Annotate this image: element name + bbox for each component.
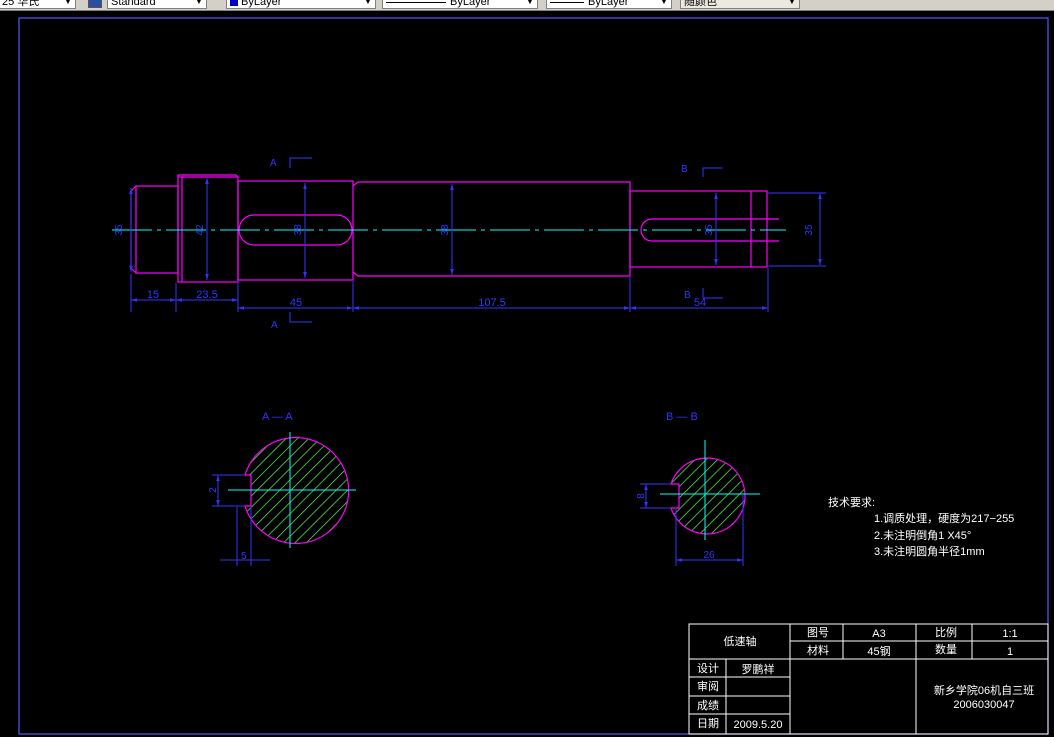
textstyle-select[interactable]: Standard ▼	[107, 0, 207, 9]
section-a-label: A	[271, 320, 278, 331]
chevron-down-icon: ▼	[526, 0, 534, 6]
school: 新乡学院06机自三班	[934, 683, 1034, 697]
section-aa-width: 5	[241, 551, 247, 562]
review-label: 审阅	[697, 679, 719, 693]
linetype-select[interactable]: ByLayer ▼	[382, 0, 538, 9]
length-dimensions	[130, 268, 769, 312]
linetype-preview-icon	[386, 1, 446, 3]
section-aa-view: A — A 2 5	[208, 411, 356, 566]
section-aa-depth: 2	[208, 487, 219, 493]
tech-item: 2.未注明倒角1 X45°	[874, 528, 971, 542]
diameter-dimensions	[129, 178, 826, 280]
tech-item: 3.未注明圆角半径1mm	[874, 544, 985, 558]
part-name: 低速轴	[724, 634, 757, 648]
material: 45钢	[867, 645, 890, 658]
date-label: 日期	[697, 717, 719, 730]
dia-label: 35	[114, 224, 125, 236]
quantity: 1	[1007, 646, 1013, 658]
lineweight-value: ByLayer	[588, 0, 629, 8]
color-swatch-icon	[230, 0, 238, 7]
layer-select[interactable]: ByLayer ▼	[226, 0, 376, 9]
len-label: 15	[147, 289, 159, 301]
material-label: 材料	[807, 643, 829, 657]
dimstyle-select[interactable]: 25 华氏 ▼	[0, 0, 76, 9]
layer-value: ByLayer	[241, 0, 282, 8]
drawing-no: A3	[872, 628, 885, 640]
section-a-label: A	[270, 158, 277, 169]
shaft-front-view	[130, 174, 779, 283]
date: 2009.5.20	[734, 719, 783, 731]
section-b-label: B	[684, 290, 691, 301]
dia-label: 35	[804, 224, 815, 236]
drawing-border	[18, 17, 1049, 735]
chevron-down-icon: ▼	[195, 0, 203, 6]
tech-heading: 技术要求:	[828, 496, 875, 509]
section-bb-title: B — B	[666, 411, 698, 423]
section-bb-width: 26	[703, 550, 715, 561]
designer: 罗鹏祥	[742, 662, 775, 676]
drawing-no-label: 图号	[807, 626, 829, 639]
design-label: 设计	[697, 662, 719, 675]
grade-label: 成绩	[697, 699, 719, 712]
dia-label: 42	[195, 224, 206, 236]
len-label: 23.5	[196, 289, 217, 301]
linetype-value: ByLayer	[450, 0, 491, 8]
drawing-canvas[interactable]: 35 42 38 38 35 35 15 23.5 45 107.5 54 A …	[0, 10, 1054, 737]
section-bb-view: B — B 8 26	[636, 411, 760, 566]
dia-label: 38	[293, 224, 304, 236]
chevron-down-icon: ▼	[788, 0, 796, 6]
lineweight-select[interactable]: ByLayer ▼	[546, 0, 672, 9]
quantity-label: 数量	[935, 643, 957, 656]
section-aa-title: A — A	[262, 411, 293, 423]
dia-label: 35	[704, 224, 715, 236]
plotstyle-select[interactable]: 随颜色 ▼	[680, 0, 800, 9]
section-b-label: B	[681, 164, 688, 175]
length-labels: 15 23.5 45 107.5 54	[147, 289, 706, 309]
chevron-down-icon: ▼	[364, 0, 372, 6]
scale-label: 比例	[935, 625, 957, 639]
student-id: 2006030047	[953, 699, 1014, 711]
chevron-down-icon: ▼	[64, 0, 72, 6]
len-label: 54	[694, 297, 706, 309]
tech-item: 1.调质处理，硬度为217−255	[874, 511, 1014, 525]
len-label: 107.5	[478, 297, 506, 309]
plotstyle-value: 随颜色	[684, 0, 717, 8]
section-bb-depth: 8	[636, 493, 647, 499]
chevron-down-icon: ▼	[660, 0, 668, 6]
lineweight-preview-icon	[550, 1, 584, 3]
len-label: 45	[290, 297, 302, 309]
dia-label: 38	[440, 224, 451, 236]
text-style-icon[interactable]	[88, 0, 102, 8]
tech-requirements: 技术要求: 1.调质处理，硬度为217−255 2.未注明倒角1 X45° 3.…	[828, 496, 1014, 558]
textstyle-value: Standard	[111, 0, 156, 8]
scale: 1:1	[1002, 628, 1017, 640]
dimstyle-value: 25 华氏	[2, 0, 40, 8]
